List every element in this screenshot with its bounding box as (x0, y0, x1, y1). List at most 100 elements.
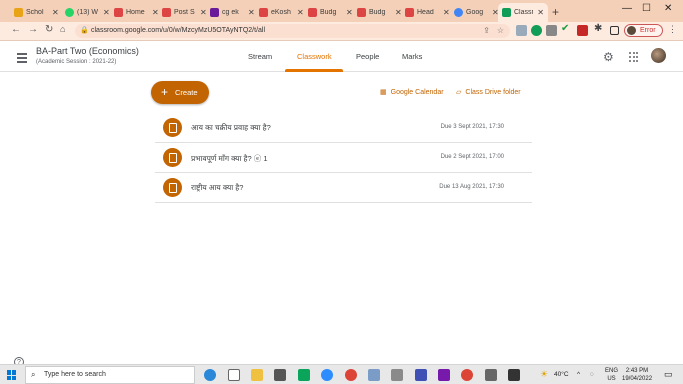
lock-icon: 🔒 (80, 27, 89, 34)
edge-icon[interactable] (204, 369, 216, 381)
calendar-icon: ▦ (380, 89, 387, 96)
app-icon[interactable] (368, 369, 380, 381)
document-icon[interactable] (228, 369, 240, 381)
clock[interactable]: 2:43 PM 19/04/2022 (622, 367, 652, 383)
window-close-icon[interactable]: ✕ (664, 3, 672, 14)
classroom-header: BA-Part Two (Economics) (Academic Sessio… (0, 41, 683, 72)
browser-tab-active[interactable]: Classr ✕ (498, 3, 548, 22)
assignment-icon (163, 148, 182, 167)
browser-tab-strip: Schol ✕ (13) W ✕ Home ✕ Post S ✕ cg ek ✕ eKos… (0, 0, 683, 22)
drive-folder-icon: ▱ (456, 89, 462, 96)
reload-icon[interactable]: ↻ (45, 24, 53, 35)
pdf-icon[interactable] (577, 25, 588, 36)
windows-start-icon[interactable] (7, 370, 17, 380)
assignment-row[interactable]: राष्ट्रीय आय क्या है? Due 13 Aug 2021, 1… (155, 173, 532, 203)
chrome-icon[interactable] (345, 369, 357, 381)
tab-favicon-icon (357, 8, 366, 17)
close-icon[interactable]: ✕ (443, 8, 450, 17)
app-icon[interactable] (391, 369, 403, 381)
browser-tab[interactable]: Budg ✕ (304, 3, 357, 22)
whatsapp-icon (65, 8, 74, 17)
tab-favicon-icon (405, 8, 414, 17)
temperature[interactable]: 40°C (554, 371, 569, 378)
close-icon[interactable]: ✕ (103, 8, 110, 17)
forward-icon[interactable]: → (28, 24, 38, 35)
share-icon[interactable]: ⇪ (483, 24, 490, 38)
bookmark-star-icon[interactable]: ☆ (497, 24, 504, 38)
close-icon[interactable]: ✕ (248, 8, 255, 17)
class-title[interactable]: BA-Part Two (Economics) (36, 46, 139, 56)
chrome-icon[interactable] (461, 369, 473, 381)
assignment-row[interactable]: आय का चक्रीय प्रवाह क्या है? Due 3 Sept … (155, 113, 532, 143)
grammarly-icon[interactable] (531, 25, 542, 36)
assignment-row[interactable]: प्रभावपूर्ण माँग क्या है? ⓔ 1 Due 2 Sept… (155, 143, 532, 173)
store-icon[interactable] (274, 369, 286, 381)
check-icon[interactable]: ✔ (561, 23, 572, 34)
browser-tab[interactable]: Post S ✕ (158, 3, 211, 22)
tab-stream[interactable]: Stream (248, 52, 272, 61)
tab-favicon-icon (210, 8, 219, 17)
classroom-icon (502, 8, 511, 17)
assignment-due: Due 2 Sept 2021, 17:00 (440, 154, 504, 160)
tab-people[interactable]: People (356, 52, 379, 61)
url-text: classroom.google.com/u/0/w/MzcyMzU5OTAyN… (91, 27, 266, 34)
taskbar-search-box[interactable]: ⌕ Type here to search (25, 366, 195, 384)
app-icon[interactable] (415, 369, 427, 381)
language-indicator[interactable]: ENG US (605, 367, 618, 383)
browser-tab[interactable]: (13) W ✕ (61, 3, 114, 22)
close-icon[interactable]: ✕ (537, 8, 544, 17)
assignment-icon (163, 178, 182, 197)
tab-classwork[interactable]: Classwork (297, 52, 332, 61)
browser-tab[interactable]: eKosh ✕ (255, 3, 308, 22)
browser-tab[interactable]: Goog ✕ (450, 3, 503, 22)
new-tab-icon[interactable]: + (552, 5, 559, 19)
weather-sun-icon: ☀ (540, 369, 549, 379)
puzzle-icon[interactable]: ✱ (594, 23, 605, 34)
close-icon[interactable]: ✕ (297, 8, 304, 17)
notification-icon[interactable]: ▭ (664, 369, 673, 380)
avatar[interactable] (651, 48, 666, 63)
search-icon: ⌕ (31, 370, 36, 379)
create-button[interactable]: + Create (151, 81, 209, 104)
assignment-title: आय का चक्रीय प्रवाह क्या है? (191, 123, 271, 132)
profile-error-chip[interactable]: Error (624, 24, 663, 37)
file-explorer-icon[interactable] (251, 369, 263, 381)
tray-chevron-icon[interactable]: ^ (577, 371, 580, 378)
apps-grid-icon[interactable] (629, 52, 639, 62)
photos-icon[interactable] (508, 369, 520, 381)
browser-tab[interactable]: Home ✕ (110, 3, 163, 22)
onenote-icon[interactable] (438, 369, 450, 381)
plus-icon: + (161, 85, 169, 99)
close-icon[interactable]: ✕ (346, 8, 353, 17)
assignment-due: Due 13 Aug 2021, 17:30 (439, 184, 504, 190)
menu-icon[interactable] (17, 53, 27, 65)
browser-tab[interactable]: Budg ✕ (353, 3, 406, 22)
class-drive-folder-link[interactable]: ▱ Class Drive folder (456, 88, 521, 96)
camera-icon[interactable] (298, 369, 310, 381)
assignment-icon (163, 118, 182, 137)
tab-favicon-icon (259, 8, 268, 17)
extension-icon[interactable] (546, 25, 557, 36)
avatar (627, 26, 636, 35)
browser-tab[interactable]: Schol ✕ (10, 3, 63, 22)
minimize-icon[interactable]: — (622, 3, 632, 14)
tab-marks[interactable]: Marks (402, 52, 422, 61)
zoom-icon[interactable] (321, 369, 333, 381)
google-calendar-link[interactable]: ▦ Google Calendar (380, 88, 444, 96)
settings-gear-icon[interactable]: ⚙ (603, 50, 614, 64)
browser-tab[interactable]: cg ek ✕ (206, 3, 259, 22)
side-panel-icon[interactable] (610, 26, 619, 35)
browser-tab[interactable]: Head ✕ (401, 3, 454, 22)
tab-favicon-icon (308, 8, 317, 17)
network-icon[interactable]: ◌ (590, 371, 594, 378)
back-icon[interactable]: ← (11, 24, 21, 35)
browser-menu-icon[interactable]: ⋮ (668, 24, 677, 35)
home-icon[interactable]: ⌂ (60, 24, 65, 34)
extension-icon[interactable] (516, 25, 527, 36)
maximize-icon[interactable]: ☐ (642, 3, 651, 14)
url-bar[interactable]: 🔒 classroom.google.com/u/0/w/MzcyMzU5OTA… (75, 24, 510, 38)
tab-favicon-icon (162, 8, 171, 17)
close-icon[interactable]: ✕ (52, 8, 59, 17)
settings-gear-icon[interactable] (485, 369, 497, 381)
active-tab-indicator (285, 69, 343, 72)
